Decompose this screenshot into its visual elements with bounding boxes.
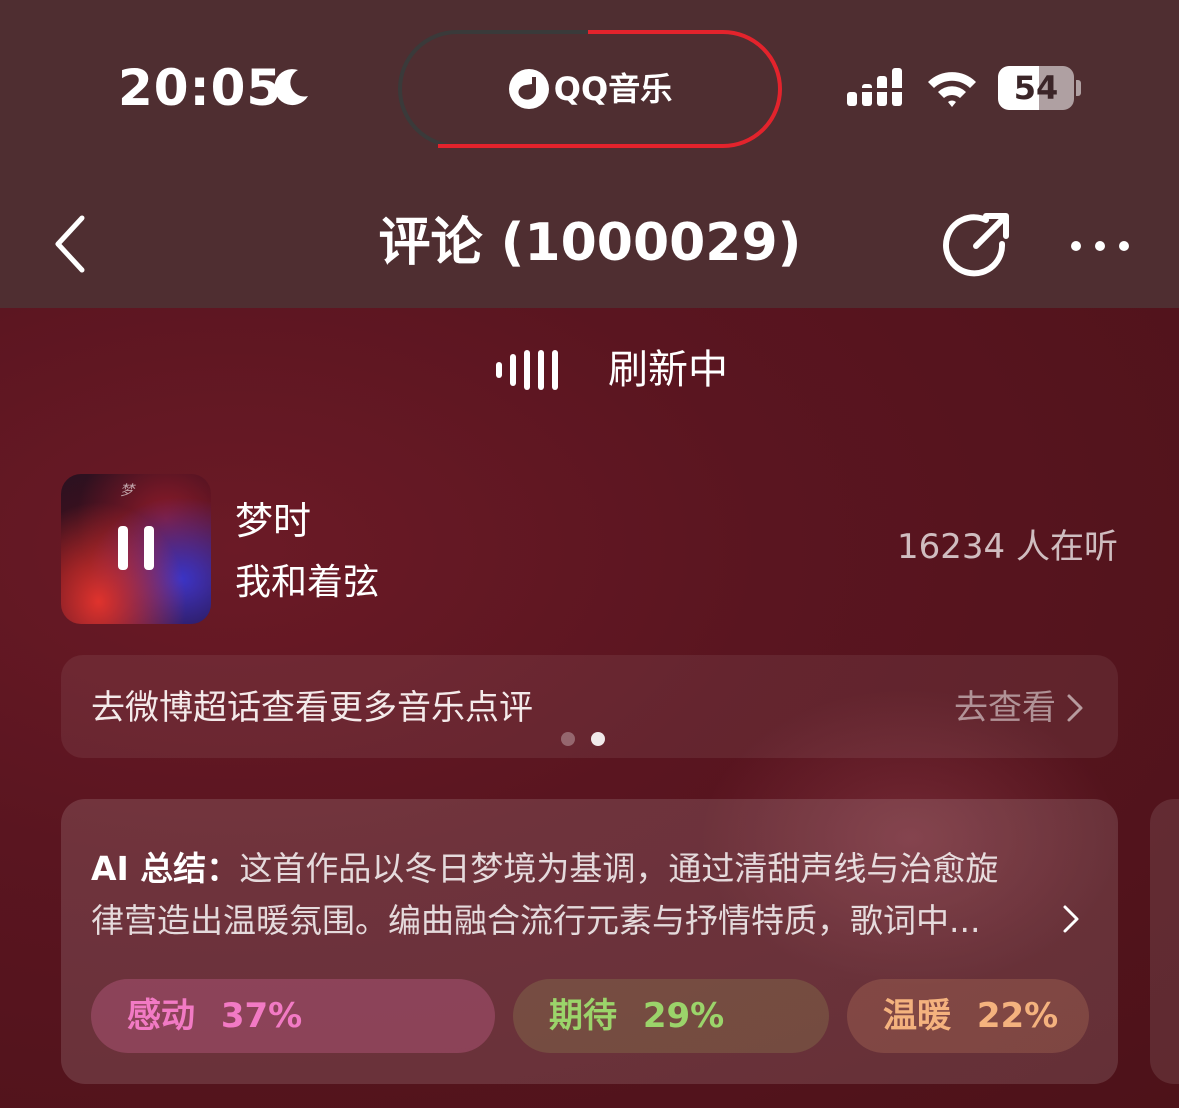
wifi-icon [928,72,976,107]
song-artist[interactable]: 我和着弦 [235,558,379,608]
status-time: 20:05 [118,59,283,117]
ai-summary-label: AI 总结： [91,849,240,888]
emotion-tag-anticipation[interactable]: 期待 29% [513,979,829,1053]
battery-icon: 54 [998,66,1082,110]
battery-level: 54 [1013,69,1059,107]
refresh-indicator: 刷新中 [490,340,728,400]
loading-bars-icon [496,350,558,390]
share-icon[interactable] [942,210,1012,280]
signal-icon [847,68,902,106]
tag-label: 期待 [549,996,617,1036]
ai-summary-text: AI 总结：这首作品以冬日梦境为基调，通过清甜声线与治愈旋 律营造出温暖氛围。编… [91,843,1071,947]
album-art-text: 梦 [120,483,134,499]
ai-summary-line1: 这首作品以冬日梦境为基调，通过清甜声线与治愈旋 [239,849,999,888]
ai-summary-card[interactable]: AI 总结：这首作品以冬日梦境为基调，通过清甜声线与治愈旋 律营造出温暖氛围。编… [61,799,1118,1084]
chevron-right-icon[interactable] [1061,903,1081,935]
dynamic-island[interactable]: QQ音乐 [398,30,782,148]
pause-icon[interactable] [116,524,156,572]
chevron-right-icon [1067,694,1083,722]
tag-percent: 37% [220,996,303,1036]
banner-view-button[interactable]: 去查看 [954,685,1084,731]
page-dot[interactable] [561,732,575,746]
emotion-tag-warm[interactable]: 温暖 22% [847,979,1089,1053]
more-icon[interactable] [1066,234,1134,258]
banner-text: 去微博超话查看更多音乐点评 [91,688,533,728]
island-label: QQ音乐 [553,70,673,108]
moon-icon [274,69,308,106]
tag-percent: 29% [642,996,725,1036]
page-dot-active[interactable] [591,732,605,746]
next-card-peek[interactable] [1150,799,1179,1084]
banner-action-label: 去查看 [954,688,1056,728]
song-title[interactable]: 梦时 [235,496,311,546]
listener-count: 16234 人在听 [897,527,1118,567]
ai-summary-line2: 律营造出温暖氛围。编曲融合流行元素与抒情特质，歌词中... [91,901,981,940]
back-icon[interactable] [48,212,96,276]
tag-label: 感动 [127,996,195,1036]
emotion-tag-moved[interactable]: 感动 37% [91,979,495,1053]
refresh-label: 刷新中 [608,347,728,393]
page-indicator [561,732,605,746]
tag-label: 温暖 [883,996,951,1036]
page-title: 评论 (1000029) [378,213,802,273]
qq-music-logo-icon [508,69,549,109]
tag-percent: 22% [976,996,1059,1036]
